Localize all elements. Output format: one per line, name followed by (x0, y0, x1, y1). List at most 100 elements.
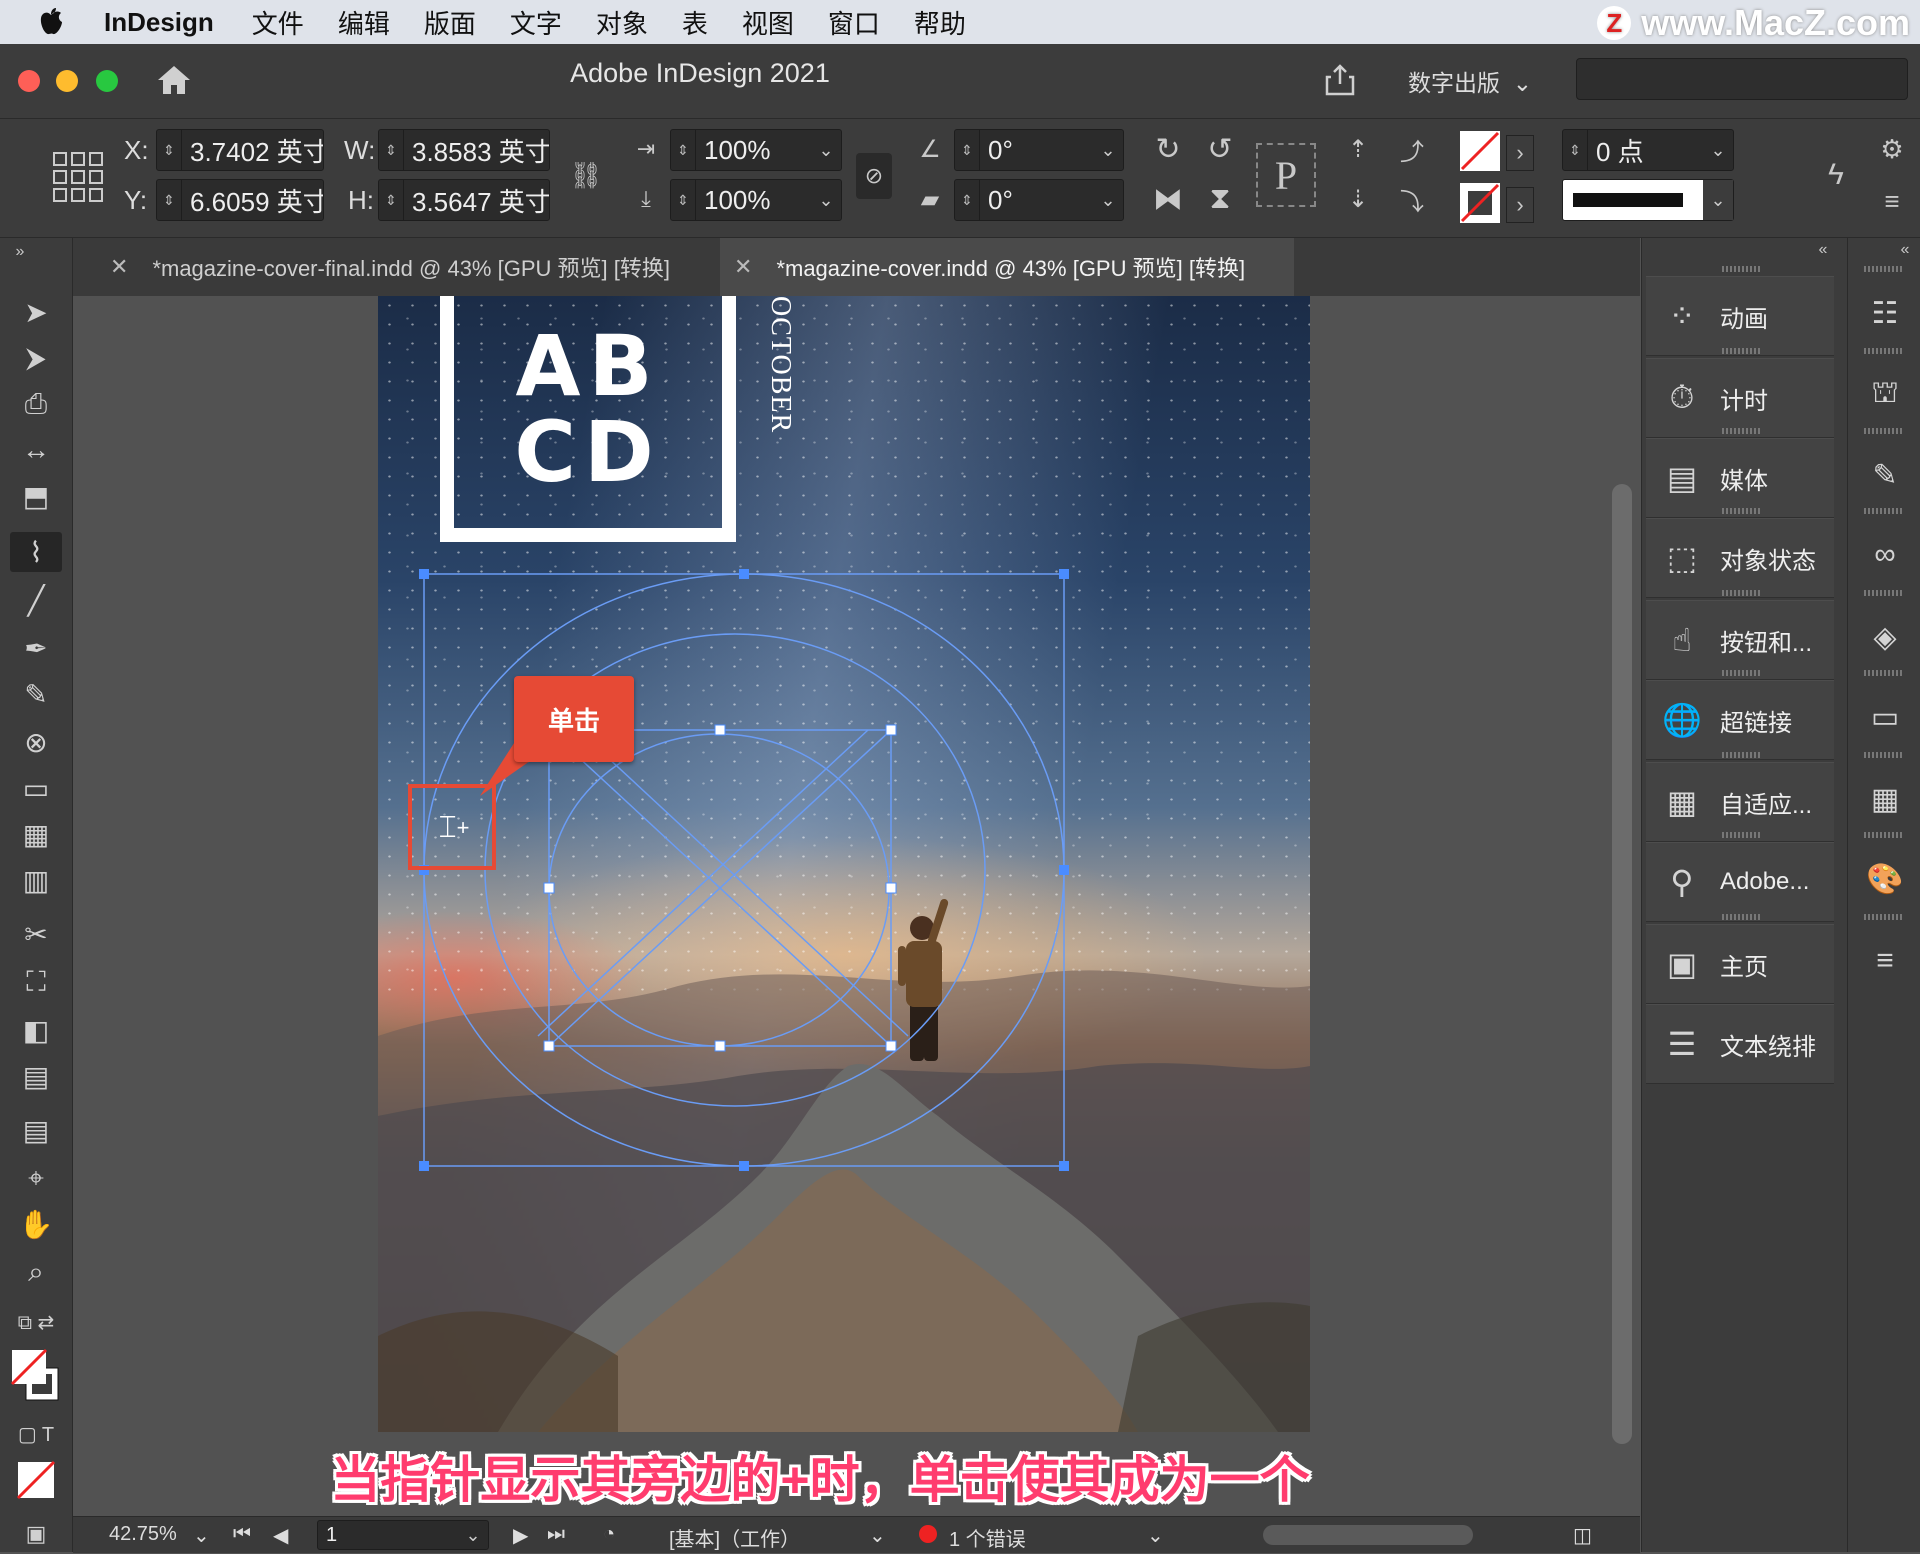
close-icon[interactable]: ✕ (110, 254, 128, 280)
document-page[interactable]: AB CD OCTOBER (378, 296, 1310, 1432)
next-page-icon[interactable]: ▶ (513, 1523, 528, 1548)
links-icon[interactable]: ∞ (1858, 528, 1912, 582)
menu-layout[interactable]: 版面 (424, 4, 476, 41)
collapse-panels-icon[interactable]: « (1894, 240, 1916, 260)
cc-libraries-icon[interactable]: ⛫ (1858, 368, 1912, 422)
screen-mode-icon[interactable]: ▣ (10, 1514, 62, 1554)
y-position-field[interactable]: ⇕ 6.6059 英寸 (156, 179, 324, 221)
panel-liquid-layout[interactable]: ▦ 自适应... (1646, 762, 1834, 842)
select-content-icon[interactable]: ⇣ (1338, 179, 1378, 219)
grip-handle[interactable] (1864, 266, 1904, 272)
select-next-icon[interactable]: ⤵ (1392, 179, 1432, 219)
edit-icon[interactable]: ✎ (1858, 448, 1912, 502)
close-icon[interactable]: ✕ (734, 254, 752, 280)
stepper-icon[interactable]: ⇕ (157, 180, 182, 220)
gradient-feather-tool-icon[interactable]: ▤ (10, 1056, 62, 1096)
table-tool-icon[interactable]: ▦ (10, 814, 62, 854)
eyedropper-tool-icon[interactable]: ⌖ (10, 1158, 62, 1198)
grip-handle[interactable] (1864, 348, 1904, 354)
first-page-icon[interactable]: ⏮ (233, 1523, 251, 1546)
shape-builder-tool-icon[interactable]: ⌇ (10, 532, 62, 572)
stepper-icon[interactable]: ⇕ (955, 180, 980, 220)
split-window-icon[interactable]: ◫ (1573, 1523, 1592, 1548)
scale-x-field[interactable]: ⇕ 100% ⌄ (670, 129, 842, 171)
panel-buttons-forms[interactable]: ☝ 按钮和... (1646, 600, 1834, 680)
grip-handle[interactable] (1864, 832, 1904, 838)
scissors-tool-icon[interactable]: ✂ (10, 914, 62, 954)
grip-handle[interactable] (1864, 508, 1904, 514)
selection-tool-icon[interactable]: ➤ (10, 292, 62, 332)
previous-page-icon[interactable]: ◀ (273, 1523, 288, 1548)
chevron-down-icon[interactable]: ⌄ (1703, 180, 1733, 220)
last-page-icon[interactable]: ⏭ (547, 1523, 565, 1546)
grip-handle[interactable] (1722, 266, 1762, 272)
workspace-switcher[interactable]: 数字出版 ⌄ (1408, 64, 1532, 98)
pen-tool-icon[interactable]: ✒ (10, 628, 62, 668)
share-icon[interactable] (1320, 60, 1360, 100)
grip-handle[interactable] (1722, 752, 1762, 758)
swatches-icon[interactable]: ▦ (1858, 772, 1912, 826)
menu-edit[interactable]: 编辑 (338, 4, 390, 41)
stroke-menu-chevron-icon[interactable]: › (1506, 187, 1534, 223)
stepper-icon[interactable]: ⇕ (1563, 130, 1588, 170)
select-container-icon[interactable]: ⇡ (1338, 129, 1378, 169)
apple-icon[interactable] (38, 7, 78, 37)
panel-adobe-stock[interactable]: ⚲ Adobe... (1646, 842, 1834, 922)
panel-hyperlinks[interactable]: 🌐 超链接 (1646, 680, 1834, 760)
x-position-field[interactable]: ⇕ 3.7402 英寸 (156, 129, 324, 171)
preflight-profile-icon[interactable]: ◔ (603, 1523, 615, 1546)
menu-window[interactable]: 窗口 (828, 4, 880, 41)
flip-horizontal-icon[interactable]: ⧓ (1148, 179, 1188, 219)
grip-handle[interactable] (1722, 914, 1762, 920)
chevron-down-icon[interactable]: ⌄ (1093, 190, 1123, 211)
grip-handle[interactable] (1722, 508, 1762, 514)
error-count[interactable]: 1 个错误 (949, 1523, 1026, 1552)
grip-handle[interactable] (1864, 914, 1904, 920)
gradient-icon[interactable]: ▭ (1858, 690, 1912, 744)
grip-handle[interactable] (1722, 348, 1762, 354)
content-collector-icon[interactable]: ⬒ (10, 476, 62, 516)
quick-apply-icon[interactable]: ϟ (1816, 155, 1856, 195)
grip-handle[interactable] (1864, 752, 1904, 758)
fill-menu-chevron-icon[interactable]: › (1506, 135, 1534, 171)
chevron-down-icon[interactable]: ⌄ (811, 190, 841, 211)
chevron-down-icon[interactable]: ⌄ (811, 140, 841, 161)
stepper-icon[interactable]: ⇕ (379, 180, 404, 220)
height-field[interactable]: ⇕ 3.5647 英寸 (378, 179, 550, 221)
gap-tool-icon[interactable]: ↔ (10, 430, 62, 470)
stepper-icon[interactable]: ⇕ (671, 130, 696, 170)
direct-selection-tool-icon[interactable]: ⮞ (10, 338, 62, 378)
chevron-down-icon[interactable]: ⌄ (193, 1523, 210, 1548)
zoom-tool-icon[interactable]: ⌕ (10, 1252, 62, 1292)
note-tool-icon[interactable]: ▤ (10, 1110, 62, 1150)
grip-handle[interactable] (1722, 832, 1762, 838)
chevron-down-icon[interactable]: ⌄ (1147, 1523, 1164, 1548)
horizontal-scrollbar[interactable] (1263, 1525, 1473, 1545)
scale-y-field[interactable]: ⇕ 100% ⌄ (670, 179, 842, 221)
fill-none-swatch-icon[interactable] (1460, 131, 1500, 171)
menu-app-name[interactable]: InDesign (104, 7, 214, 38)
expand-panel-icon[interactable]: » (8, 242, 32, 262)
rotate-clockwise-icon[interactable]: ↻ (1148, 129, 1188, 169)
ellipse-frame-tool-icon[interactable]: ⊗ (10, 722, 62, 762)
page-number-field[interactable]: 1 ⌄ (317, 1520, 489, 1550)
pencil-tool-icon[interactable]: ✎ (10, 674, 62, 714)
stroke-none-swatch-icon[interactable] (1460, 183, 1500, 223)
link-scale-icon[interactable]: ⊘ (856, 153, 892, 199)
fill-stroke-swatch-icon[interactable] (10, 1348, 62, 1404)
collapse-panels-icon[interactable]: « (1812, 240, 1834, 260)
grip-handle[interactable] (1864, 670, 1904, 676)
menu-view[interactable]: 视图 (742, 4, 794, 41)
panel-animation[interactable]: ⁘ 动画 (1646, 276, 1834, 356)
line-tool-icon[interactable]: ╱ (10, 580, 62, 620)
default-fill-stroke-icon[interactable]: ⧉ ⇄ (10, 1302, 62, 1342)
menu-object[interactable]: 对象 (596, 4, 648, 41)
panel-object-states[interactable]: ⬚ 对象状态 (1646, 518, 1834, 598)
flip-vertical-icon[interactable]: ⧗ (1200, 179, 1240, 219)
grip-handle[interactable] (1864, 590, 1904, 596)
rectangle-tool-icon[interactable]: ▭ (10, 768, 62, 808)
rotation-field[interactable]: ⇕ 0° ⌄ (954, 129, 1124, 171)
free-transform-tool-icon[interactable]: ⛶ (10, 962, 62, 1002)
chevron-down-icon[interactable]: ⌄ (1703, 140, 1733, 161)
constrain-proportions-icon[interactable]: ⛓ (566, 155, 606, 195)
